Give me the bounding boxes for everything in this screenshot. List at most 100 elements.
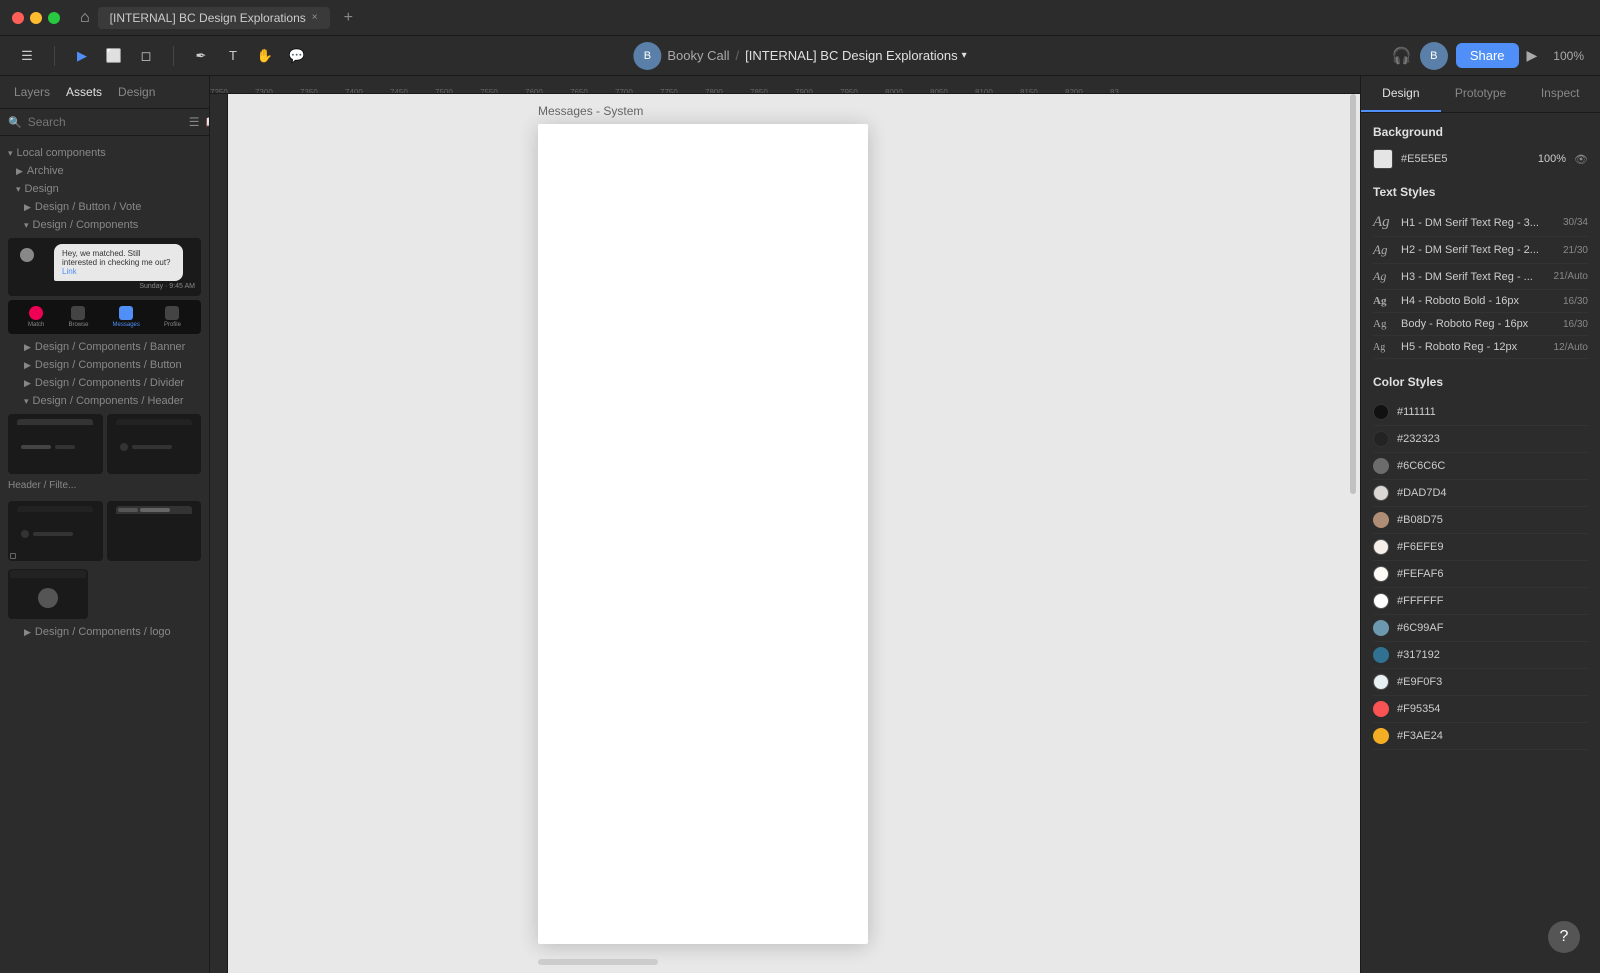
section-label: Local components bbox=[17, 147, 106, 159]
new-tab-button[interactable]: + bbox=[338, 9, 359, 27]
tab-inspect[interactable]: Inspect bbox=[1520, 76, 1600, 112]
search-input[interactable] bbox=[28, 115, 183, 129]
user-avatar-small: B bbox=[633, 42, 661, 70]
section-design-components[interactable]: ▾ Design / Components bbox=[0, 216, 209, 234]
section-design-button-vote[interactable]: ▶ Design / Button / Vote bbox=[0, 198, 209, 216]
color-style-FEFAF6[interactable]: #FEFAF6 bbox=[1373, 561, 1588, 588]
section-label: Design / Components / Banner bbox=[35, 341, 185, 353]
style-name: H1 - DM Serif Text Reg - 3... bbox=[1401, 217, 1555, 229]
header-thumb-1[interactable] bbox=[8, 414, 103, 474]
tab-design[interactable]: Design bbox=[112, 82, 161, 102]
color-style-232323[interactable]: #232323 bbox=[1373, 426, 1588, 453]
pen-tool[interactable]: ✒ bbox=[186, 42, 216, 70]
shape-tool[interactable]: ◻ bbox=[131, 42, 161, 70]
ruler-left: 1200 1250 1300 1350 1400 1450 1500 1550 … bbox=[210, 94, 228, 973]
vertical-scrollbar-track[interactable] bbox=[1350, 94, 1356, 973]
ag-icon: Ag bbox=[1373, 342, 1393, 353]
close-button[interactable] bbox=[12, 12, 24, 24]
color-name: #6C6C6C bbox=[1397, 460, 1588, 472]
select-tool[interactable]: ▶ bbox=[67, 42, 97, 70]
section-local-components[interactable]: ▾ Local components bbox=[0, 144, 209, 162]
text-style-h4[interactable]: Ag H4 - Roboto Bold - 16px 16/30 bbox=[1373, 290, 1588, 313]
color-swatch bbox=[1373, 431, 1389, 447]
section-button[interactable]: ▶ Design / Components / Button bbox=[0, 356, 209, 374]
section-header[interactable]: ▾ Design / Components / Header bbox=[0, 392, 209, 410]
header-thumb-4[interactable] bbox=[107, 501, 202, 561]
nav-label: Profile bbox=[164, 322, 181, 328]
style-name: H2 - DM Serif Text Reg - 2... bbox=[1401, 244, 1555, 256]
home-icon[interactable]: ⌂ bbox=[80, 9, 90, 27]
text-tool[interactable]: T bbox=[218, 42, 248, 70]
fullscreen-button[interactable] bbox=[48, 12, 60, 24]
text-style-h2[interactable]: Ag H2 - DM Serif Text Reg - 2... 21/30 bbox=[1373, 237, 1588, 264]
canvas-content[interactable]: Messages - System bbox=[228, 94, 1360, 973]
color-style-F3AE24[interactable]: #F3AE24 bbox=[1373, 723, 1588, 750]
color-style-111111[interactable]: #111111 bbox=[1373, 399, 1588, 426]
design-frame[interactable] bbox=[538, 124, 868, 944]
help-button[interactable]: ? bbox=[1548, 921, 1580, 953]
background-color-swatch[interactable] bbox=[1373, 149, 1393, 169]
tool-group-select: ▶ ⬜ ◻ bbox=[63, 42, 165, 70]
text-style-h3[interactable]: Ag H3 - DM Serif Text Reg - ... 21/Auto bbox=[1373, 264, 1588, 290]
color-swatch bbox=[1373, 620, 1389, 636]
color-name: #F95354 bbox=[1397, 703, 1588, 715]
share-button[interactable]: Share bbox=[1456, 43, 1519, 68]
list-view-toggle[interactable]: ☰ bbox=[189, 115, 200, 129]
user-area: 🎧 B Share ▶ 100% bbox=[1392, 42, 1592, 70]
color-style-F6EFE9[interactable]: #F6EFE9 bbox=[1373, 534, 1588, 561]
chevron-icon: ▾ bbox=[24, 396, 29, 407]
text-style-h1[interactable]: Ag H1 - DM Serif Text Reg - 3... 30/34 bbox=[1373, 209, 1588, 237]
headphones-icon[interactable]: 🎧 bbox=[1392, 46, 1412, 66]
horizontal-scrollbar[interactable] bbox=[538, 959, 658, 965]
minimize-button[interactable] bbox=[30, 12, 42, 24]
color-style-E9F0F3[interactable]: #E9F0F3 bbox=[1373, 669, 1588, 696]
vertical-scrollbar-thumb[interactable] bbox=[1350, 94, 1356, 494]
frame-tool[interactable]: ⬜ bbox=[99, 42, 129, 70]
visibility-icon[interactable]: 👁 bbox=[1574, 153, 1588, 166]
section-logo[interactable]: ▶ Design / Components / logo bbox=[0, 623, 209, 641]
section-design[interactable]: ▾ Design bbox=[0, 180, 209, 198]
chevron-icon: ▾ bbox=[24, 220, 29, 231]
color-style-6C99AF[interactable]: #6C99AF bbox=[1373, 615, 1588, 642]
color-style-FFFFFF[interactable]: #FFFFFF bbox=[1373, 588, 1588, 615]
nav-messages: Messages bbox=[113, 306, 140, 328]
tab-layers[interactable]: Layers bbox=[8, 82, 56, 102]
logo-thumb[interactable] bbox=[8, 569, 88, 619]
ag-icon: Ag bbox=[1373, 318, 1393, 330]
header-thumb-2[interactable] bbox=[107, 414, 202, 474]
color-style-317192[interactable]: #317192 bbox=[1373, 642, 1588, 669]
color-name: #B08D75 bbox=[1397, 514, 1588, 526]
color-style-DAD7D4[interactable]: #DAD7D4 bbox=[1373, 480, 1588, 507]
hand-tool[interactable]: ✋ bbox=[250, 42, 280, 70]
tab-design[interactable]: Design bbox=[1361, 76, 1441, 112]
tab-prototype[interactable]: Prototype bbox=[1441, 76, 1521, 112]
style-name: H4 - Roboto Bold - 16px bbox=[1401, 295, 1555, 307]
style-name: H3 - DM Serif Text Reg - ... bbox=[1401, 271, 1546, 283]
tab-close-button[interactable]: × bbox=[312, 12, 318, 23]
play-icon[interactable]: ▶ bbox=[1527, 47, 1538, 64]
section-banner[interactable]: ▶ Design / Components / Banner bbox=[0, 338, 209, 356]
color-styles-section-title: Color Styles bbox=[1373, 375, 1588, 389]
comment-tool[interactable]: 💬 bbox=[282, 42, 312, 70]
header-thumb-3[interactable] bbox=[8, 501, 103, 561]
color-style-6C6C6C[interactable]: #6C6C6C bbox=[1373, 453, 1588, 480]
chevron-icon: ▶ bbox=[16, 166, 23, 177]
active-tab[interactable]: [INTERNAL] BC Design Explorations × bbox=[98, 7, 330, 29]
tool-group-main: ☰ bbox=[8, 42, 46, 70]
text-style-h5[interactable]: Ag H5 - Roboto Reg - 12px 12/Auto bbox=[1373, 336, 1588, 359]
text-style-info: Body - Roboto Reg - 16px bbox=[1401, 318, 1555, 330]
zoom-level[interactable]: 100% bbox=[1545, 49, 1592, 63]
section-label: Design / Components / Header bbox=[33, 395, 184, 407]
section-archive[interactable]: ▶ Archive bbox=[0, 162, 209, 180]
tab-assets[interactable]: Assets bbox=[60, 82, 108, 102]
section-divider[interactable]: ▶ Design / Components / Divider bbox=[0, 374, 209, 392]
user-avatar[interactable]: B bbox=[1420, 42, 1448, 70]
breadcrumb-project[interactable]: [INTERNAL] BC Design Explorations ▾ bbox=[745, 48, 966, 63]
canvas[interactable]: 7250 7300 7350 7400 7450 7500 7550 7600 … bbox=[210, 76, 1360, 973]
text-style-body[interactable]: Ag Body - Roboto Reg - 16px 16/30 bbox=[1373, 313, 1588, 336]
header-preview-grid-2 bbox=[8, 501, 201, 561]
color-style-F95354[interactable]: #F95354 bbox=[1373, 696, 1588, 723]
color-name: #317192 bbox=[1397, 649, 1588, 661]
color-style-B08D75[interactable]: #B08D75 bbox=[1373, 507, 1588, 534]
menu-tool[interactable]: ☰ bbox=[12, 42, 42, 70]
